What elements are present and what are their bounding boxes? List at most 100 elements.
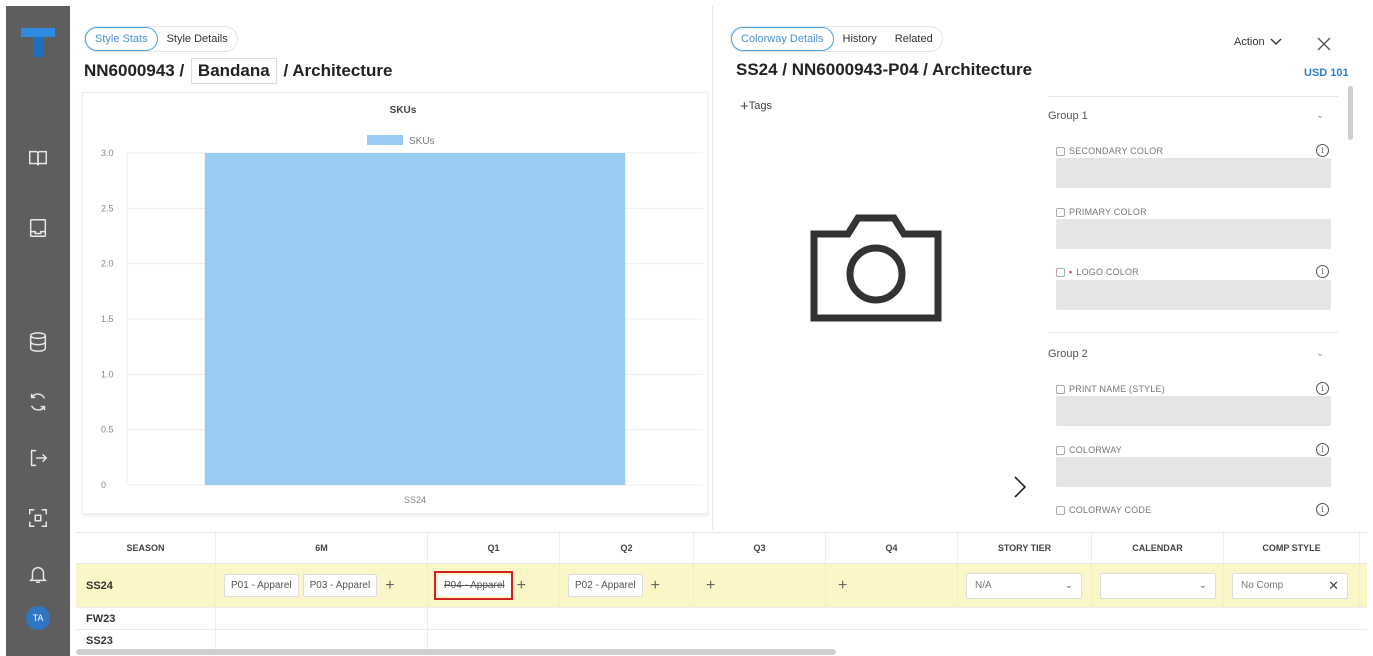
q4-cell: + <box>826 564 958 607</box>
info-icon[interactable]: i <box>1316 443 1329 456</box>
comp-style-select[interactable]: No Comp ✕ <box>1232 572 1348 599</box>
panel-scrollbar[interactable] <box>1348 86 1353 140</box>
checkbox[interactable] <box>1056 505 1065 515</box>
legend-label: SKUs <box>409 136 435 147</box>
panel-divider <box>712 6 713 530</box>
checkbox[interactable] <box>1056 207 1065 217</box>
database-icon[interactable] <box>22 326 54 358</box>
style-number: NN6000943 / <box>84 61 185 80</box>
group-separator <box>1048 332 1338 333</box>
bar-ss24[interactable] <box>204 153 626 485</box>
group-separator <box>1048 96 1338 97</box>
style-category: / Architecture <box>283 61 393 80</box>
col-header-q1[interactable]: Q1 <box>428 533 560 563</box>
tab-colorway-details[interactable]: Colorway Details <box>731 27 834 51</box>
product-chip[interactable]: P03 - Apparel <box>302 574 378 597</box>
inbox-icon[interactable] <box>22 212 54 244</box>
table-row[interactable]: SS24 P01 - Apparel P03 - Apparel + P04 -… <box>76 564 1367 608</box>
clear-icon[interactable]: ✕ <box>1328 578 1339 594</box>
refresh-icon[interactable] <box>22 386 54 418</box>
y-tick-label: 1.5 <box>101 314 114 324</box>
product-chip[interactable]: P04 - Apparel <box>438 575 511 596</box>
primary-color-input[interactable] <box>1056 219 1331 249</box>
info-icon[interactable]: i <box>1316 503 1329 516</box>
y-tick-label: 1.0 <box>101 369 114 379</box>
checkbox[interactable] <box>1056 146 1065 156</box>
col-header-calendar[interactable]: CALENDAR <box>1092 533 1224 563</box>
6m-cell: P01 - Apparel P03 - Apparel + <box>216 564 428 607</box>
field-label-print-name: PRINT NAME (STYLE) <box>1056 384 1165 394</box>
col-header-q2[interactable]: Q2 <box>560 533 694 563</box>
checkbox[interactable] <box>1056 445 1065 455</box>
book-icon[interactable] <box>22 142 54 174</box>
bell-icon[interactable] <box>22 558 54 590</box>
q2-cell: P02 - Apparel + <box>560 564 694 607</box>
tab-related[interactable]: Related <box>886 27 942 51</box>
q3-cell: + <box>694 564 826 607</box>
q1-cell: P04 - Apparel + <box>428 564 560 607</box>
secondary-color-input[interactable] <box>1056 158 1331 188</box>
season-grid: SEASON 6M Q1 Q2 Q3 Q4 STORY TIER CALENDA… <box>76 532 1367 656</box>
col-header-comp-style[interactable]: COMP STYLE <box>1224 533 1360 563</box>
comp-style-cell: No Comp ✕ <box>1224 564 1360 607</box>
calendar-select[interactable]: ⌄ <box>1100 572 1216 599</box>
add-tags-button[interactable]: +Tags <box>740 98 772 115</box>
info-icon[interactable]: i <box>1316 265 1329 278</box>
currency-badge: USD 101 <box>1304 67 1349 79</box>
product-chip[interactable]: P02 - Apparel <box>568 574 643 597</box>
table-row[interactable]: FW23 <box>76 608 1367 630</box>
group-2-header[interactable]: Group 2 <box>1048 348 1088 360</box>
grid-horizontal-scrollbar[interactable] <box>76 649 836 655</box>
col-header-q4[interactable]: Q4 <box>826 533 958 563</box>
field-label-colorway-code: COLORWAY CODE <box>1056 505 1151 515</box>
chevron-down-icon[interactable]: ⌄ <box>1316 110 1324 121</box>
info-icon[interactable]: i <box>1316 382 1329 395</box>
action-menu-button[interactable]: Action <box>1234 36 1282 48</box>
group-1-header[interactable]: Group 1 <box>1048 110 1088 122</box>
add-icon[interactable]: + <box>517 577 526 594</box>
plus-icon: + <box>740 98 749 115</box>
app-logo[interactable] <box>18 24 58 60</box>
story-tier-select[interactable]: N/A ⌄ <box>966 572 1082 599</box>
checkbox[interactable] <box>1056 267 1065 277</box>
left-tab-bar: Style Stats Style Details <box>84 26 238 52</box>
sku-bar-chart: SKUs SKUs 3.0 2.5 2.0 1.5 1.0 0.5 0 SS24 <box>101 105 703 505</box>
add-icon[interactable]: + <box>706 577 715 594</box>
info-icon[interactable]: i <box>1316 144 1329 157</box>
print-name-input[interactable] <box>1056 396 1331 426</box>
colorway-title: SS24 / NN6000943-P04 / Architecture <box>736 60 1033 79</box>
style-title: NN6000943 / Bandana / Architecture <box>84 58 392 84</box>
next-image-arrow-icon[interactable] <box>1010 474 1030 500</box>
col-header-season[interactable]: SEASON <box>76 533 216 563</box>
y-tick-label: 0.5 <box>101 425 114 435</box>
close-icon[interactable] <box>1314 34 1334 54</box>
tab-style-stats[interactable]: Style Stats <box>85 27 158 51</box>
required-marker: • <box>1069 267 1073 277</box>
style-name-field[interactable]: Bandana <box>190 58 277 84</box>
camera-icon[interactable] <box>808 210 944 324</box>
col-header-6m[interactable]: 6M <box>216 533 428 563</box>
right-tab-bar: Colorway Details History Related <box>730 26 943 52</box>
col-header-story-tier[interactable]: STORY TIER <box>958 533 1092 563</box>
avatar[interactable]: TA <box>26 606 50 630</box>
export-icon[interactable] <box>22 442 54 474</box>
add-icon[interactable]: + <box>838 577 847 594</box>
sku-chart-card: SKUs SKUs 3.0 2.5 2.0 1.5 1.0 0.5 0 SS24 <box>82 92 708 514</box>
field-label-colorway: COLORWAY <box>1056 445 1122 455</box>
checkbox[interactable] <box>1056 384 1065 394</box>
scan-icon[interactable] <box>22 502 54 534</box>
sidebar: TA <box>6 6 70 656</box>
action-label: Action <box>1234 36 1265 48</box>
colorway-input[interactable] <box>1056 457 1331 487</box>
chevron-down-icon[interactable]: ⌄ <box>1316 348 1324 359</box>
col-header-q3[interactable]: Q3 <box>694 533 826 563</box>
tab-style-details[interactable]: Style Details <box>158 27 237 51</box>
add-icon[interactable]: + <box>651 577 660 594</box>
add-icon[interactable]: + <box>385 577 394 594</box>
tab-history[interactable]: History <box>834 27 886 51</box>
product-chip[interactable]: P01 - Apparel <box>224 574 299 597</box>
field-label-logo-color: • LOGO COLOR <box>1056 267 1139 277</box>
chevron-down-icon <box>1270 38 1282 46</box>
x-tick-label: SS24 <box>404 495 426 505</box>
logo-color-input[interactable] <box>1056 280 1331 310</box>
